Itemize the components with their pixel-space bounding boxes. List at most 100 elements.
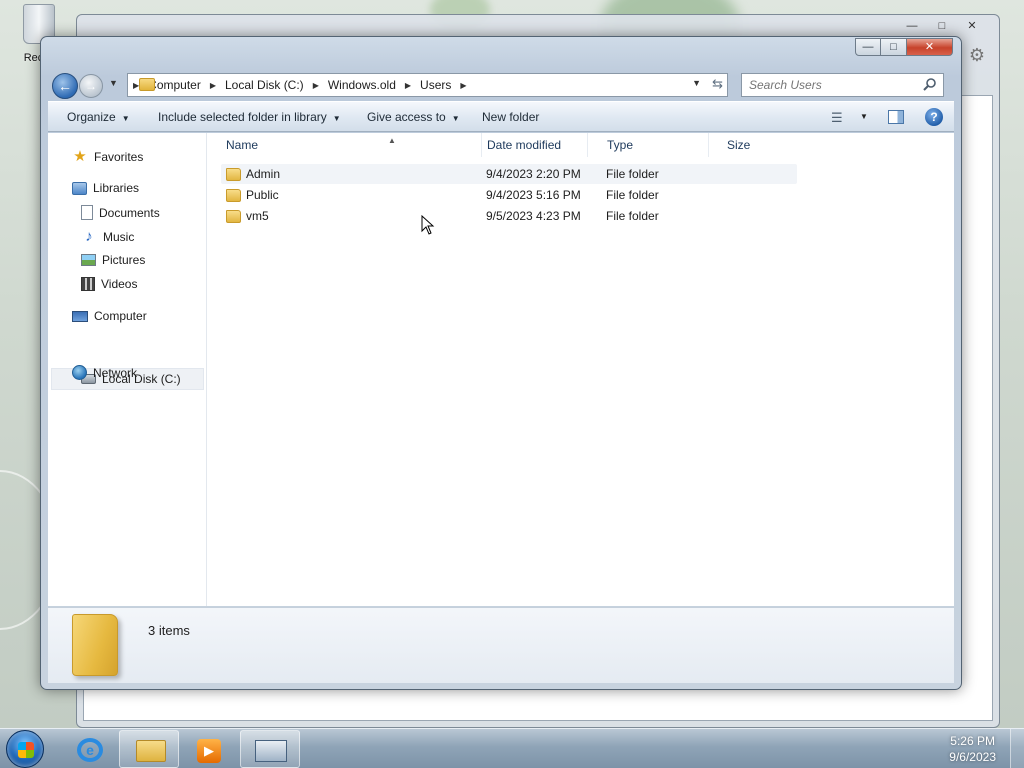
- preview-pane-icon[interactable]: [888, 110, 904, 124]
- column-header-label: Date modified: [487, 138, 562, 152]
- folder-icon: [139, 78, 155, 91]
- give-access-label: Give access to: [367, 110, 446, 124]
- forward-button[interactable]: →: [79, 74, 103, 98]
- mouse-cursor-icon: [421, 215, 435, 235]
- music-icon: ♪: [85, 228, 93, 245]
- maximize-icon[interactable]: □: [929, 17, 955, 35]
- file-name: Admin: [246, 167, 281, 181]
- nav-item-pictures[interactable]: Pictures: [81, 253, 145, 267]
- nav-item-label: Favorites: [94, 150, 144, 164]
- address-bar[interactable]: ▶ Computer ▶ Local Disk (C:) ▶ Windows.o…: [127, 73, 728, 97]
- folder-icon: [136, 740, 166, 762]
- search-icon[interactable]: [922, 77, 938, 93]
- nav-item-network[interactable]: Network: [72, 365, 137, 380]
- close-icon[interactable]: ✕: [959, 17, 985, 35]
- help-icon[interactable]: ?: [925, 108, 943, 126]
- view-options-icon[interactable]: ☰: [831, 110, 843, 126]
- chevron-right-icon[interactable]: ▶: [400, 81, 416, 90]
- column-header-date-modified[interactable]: Date modified: [468, 133, 588, 157]
- chevron-down-icon: ▼: [332, 114, 341, 123]
- folder-icon: [72, 614, 118, 676]
- minimize-button[interactable]: —: [855, 38, 881, 56]
- column-header-name[interactable]: Name ▲: [208, 133, 482, 157]
- gear-icon[interactable]: ⚙: [969, 45, 985, 66]
- file-row[interactable]: vm5 9/5/2023 4:23 PM File folder: [221, 206, 797, 226]
- file-name: Public: [246, 188, 279, 202]
- breadcrumb-windows-old[interactable]: Windows.old: [324, 78, 400, 92]
- maximize-button[interactable]: □: [881, 38, 907, 56]
- breadcrumb-local-disk[interactable]: Local Disk (C:): [221, 78, 308, 92]
- arrow-left-icon: ←: [58, 78, 72, 94]
- star-icon: ★: [73, 148, 87, 165]
- column-header-size[interactable]: Size: [709, 133, 829, 157]
- document-icon: [81, 205, 93, 220]
- item-count: 3 items: [148, 623, 190, 638]
- file-date: 9/5/2023 4:23 PM: [486, 209, 581, 223]
- clock-date: 9/6/2023: [949, 750, 996, 764]
- chevron-right-icon[interactable]: ▶: [308, 81, 324, 90]
- folder-icon: [226, 168, 241, 181]
- taskbar-media-player[interactable]: ▶: [178, 730, 238, 768]
- pictures-icon: [81, 254, 96, 266]
- clock-time: 5:26 PM: [950, 734, 995, 748]
- give-access-menu[interactable]: Give access to ▼: [367, 110, 460, 124]
- content-area: ★ Favorites Libraries Documents ♪ Music …: [48, 133, 954, 606]
- include-in-library-label: Include selected folder in library: [158, 110, 327, 124]
- recent-pages-dropdown[interactable]: ▼: [109, 78, 118, 88]
- file-type: File folder: [606, 188, 659, 202]
- navigation-bar: ← → ▼ ▶ Computer ▶ Local Disk (C:) ▶ Win…: [49, 72, 953, 100]
- taskbar-internet-explorer[interactable]: e: [58, 730, 118, 768]
- new-folder-label: New folder: [482, 110, 540, 124]
- nav-item-libraries[interactable]: Libraries: [72, 181, 139, 195]
- nav-item-label: Videos: [101, 277, 138, 291]
- nav-item-music[interactable]: ♪ Music: [81, 229, 134, 245]
- chevron-down-icon: ▼: [451, 114, 460, 123]
- taskbar-remote-desktop[interactable]: [240, 730, 300, 768]
- nav-item-label: Computer: [94, 309, 147, 323]
- nav-item-computer[interactable]: Computer: [72, 309, 147, 323]
- explorer-window: — □ ✕ ← → ▼ ▶ Computer ▶ Local Disk (C:)…: [40, 36, 962, 690]
- organize-label: Organize: [67, 110, 116, 124]
- search-input[interactable]: [749, 78, 919, 92]
- refresh-icon[interactable]: ⇆: [712, 76, 723, 92]
- window-controls: — □ ✕: [855, 38, 953, 56]
- nav-item-label: Libraries: [93, 181, 140, 195]
- chevron-right-icon[interactable]: ▶: [205, 81, 221, 90]
- breadcrumb-users[interactable]: Users: [416, 78, 455, 92]
- sort-ascending-icon: ▲: [388, 136, 396, 145]
- address-history-dropdown[interactable]: ▼: [692, 78, 701, 88]
- chevron-down-icon[interactable]: ▼: [860, 112, 868, 121]
- file-list[interactable]: Name ▲ Date modified Type Size Admin 9/4…: [208, 133, 954, 606]
- taskbar-windows-explorer[interactable]: [119, 730, 179, 768]
- nav-item-label: Network: [93, 365, 138, 380]
- column-header-label: Type: [607, 138, 634, 152]
- file-row[interactable]: Admin 9/4/2023 2:20 PM File folder: [221, 164, 797, 184]
- include-in-library-menu[interactable]: Include selected folder in library ▼: [158, 110, 341, 124]
- back-button[interactable]: ←: [52, 73, 78, 99]
- nav-item-videos[interactable]: Videos: [81, 277, 137, 291]
- close-button[interactable]: ✕: [907, 38, 953, 56]
- nav-item-documents[interactable]: Documents: [81, 205, 160, 220]
- remote-desktop-icon: [255, 740, 287, 762]
- file-type: File folder: [606, 209, 659, 223]
- show-desktop-button[interactable]: [1010, 729, 1024, 768]
- navigation-pane[interactable]: ★ Favorites Libraries Documents ♪ Music …: [48, 133, 207, 606]
- search-box[interactable]: [741, 73, 944, 97]
- taskbar: e ▶ 5:26 PM 9/6/2023: [0, 728, 1024, 768]
- minimize-icon[interactable]: —: [899, 17, 925, 35]
- chevron-right-icon[interactable]: ▶: [455, 81, 471, 90]
- folder-icon: [226, 189, 241, 202]
- column-header-label: Name: [226, 138, 259, 152]
- start-button[interactable]: [6, 730, 44, 768]
- file-type: File folder: [606, 167, 659, 181]
- nav-item-favorites[interactable]: ★ Favorites: [72, 149, 143, 165]
- file-name: vm5: [246, 209, 269, 223]
- file-row[interactable]: Public 9/4/2023 5:16 PM File folder: [221, 185, 797, 205]
- column-header-label: Size: [727, 138, 751, 152]
- organize-menu[interactable]: Organize ▼: [67, 110, 130, 124]
- system-clock[interactable]: 5:26 PM 9/6/2023: [949, 733, 996, 765]
- network-icon: [72, 365, 87, 380]
- new-folder-button[interactable]: New folder: [482, 110, 539, 124]
- column-header-type[interactable]: Type: [589, 133, 709, 157]
- arrow-right-icon: →: [85, 79, 97, 93]
